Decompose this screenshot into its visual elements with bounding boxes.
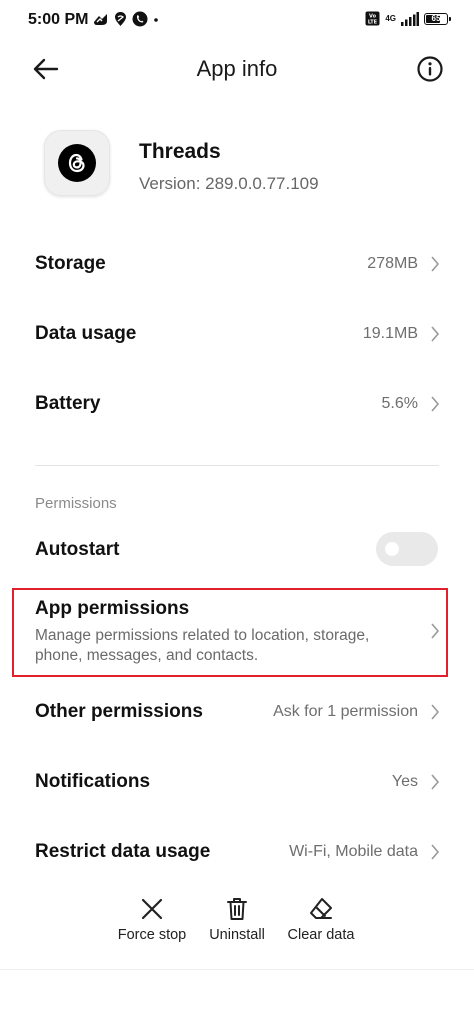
threads-app-icon (44, 130, 110, 196)
restrict-data-usage-label: Restrict data usage (35, 841, 211, 862)
clear-data-button[interactable]: Clear data (282, 896, 360, 943)
storage-row[interactable]: Storage 278MB (0, 244, 474, 284)
chevron-right-icon (431, 623, 440, 639)
system-status-icons: Vo LTE 4G 65 (365, 11, 451, 26)
call-icon (132, 11, 148, 27)
chevron-right-icon (431, 256, 440, 272)
app-permissions-description: Manage permissions related to location, … (35, 627, 370, 664)
app-bar: App info (0, 46, 474, 94)
battery-value: 5.6% (381, 395, 418, 412)
battery-row[interactable]: Battery 5.6% (0, 384, 474, 424)
swiggy-icon (115, 12, 126, 26)
chevron-right-icon (431, 774, 440, 790)
status-time: 5:00 PM (28, 11, 89, 28)
close-icon (141, 898, 163, 920)
other-permissions-row[interactable]: Other permissions Ask for 1 permission (0, 692, 474, 732)
battery-percent: 65 (431, 14, 441, 23)
cloud-app-icon (94, 13, 107, 25)
threads-logo-icon (58, 144, 96, 182)
notification-icons (92, 11, 159, 27)
uninstall-label: Uninstall (209, 927, 265, 943)
chevron-right-icon (431, 844, 440, 860)
data-usage-label: Data usage (35, 323, 137, 344)
app-info-screen: 5:00 PM Vo LTE 4G 65 App info Threads Ve… (0, 0, 474, 1027)
bottom-divider (0, 969, 474, 970)
app-permissions-label: App permissions (35, 598, 190, 619)
signal-strength-icon (401, 11, 419, 26)
network-type-label: 4G (385, 13, 396, 23)
page-title: App info (196, 56, 278, 81)
toggle-knob (385, 542, 399, 556)
restrict-data-usage-value: Wi-Fi, Mobile data (289, 843, 418, 860)
other-permissions-label: Other permissions (35, 701, 203, 722)
storage-label: Storage (35, 253, 106, 274)
restrict-data-usage-row[interactable]: Restrict data usage Wi-Fi, Mobile data (0, 832, 474, 872)
data-usage-row[interactable]: Data usage 19.1MB (0, 314, 474, 354)
clear-data-label: Clear data (287, 927, 355, 943)
status-bar: 5:00 PM Vo LTE 4G 65 (0, 0, 474, 40)
section-divider (35, 465, 439, 466)
other-permissions-value: Ask for 1 permission (273, 703, 418, 720)
notifications-value: Yes (391, 773, 418, 790)
trash-icon (227, 898, 247, 920)
force-stop-button[interactable]: Force stop (112, 896, 192, 943)
permissions-section-label: Permissions (35, 495, 117, 512)
chevron-right-icon (431, 396, 440, 412)
app-version: Version: 289.0.0.77.109 (139, 174, 319, 193)
app-name: Threads (139, 140, 221, 163)
chevron-right-icon (431, 326, 440, 342)
info-icon (417, 56, 443, 82)
battery-label: Battery (35, 393, 101, 414)
svg-text:LTE: LTE (368, 20, 378, 26)
autostart-label: Autostart (35, 539, 120, 560)
volte-icon: Vo LTE (365, 11, 380, 26)
dot-icon (154, 18, 158, 22)
mobile-network: 4G (385, 13, 396, 23)
info-button[interactable] (416, 55, 444, 83)
battery-icon: 65 (424, 12, 451, 25)
eraser-icon (310, 898, 332, 919)
notifications-row[interactable]: Notifications Yes (0, 762, 474, 802)
data-usage-value: 19.1MB (362, 325, 418, 342)
chevron-right-icon (431, 704, 440, 720)
storage-value: 278MB (367, 255, 418, 272)
autostart-toggle[interactable] (376, 532, 438, 566)
force-stop-label: Force stop (117, 927, 187, 943)
notifications-label: Notifications (35, 771, 151, 792)
uninstall-button[interactable]: Uninstall (200, 896, 274, 943)
